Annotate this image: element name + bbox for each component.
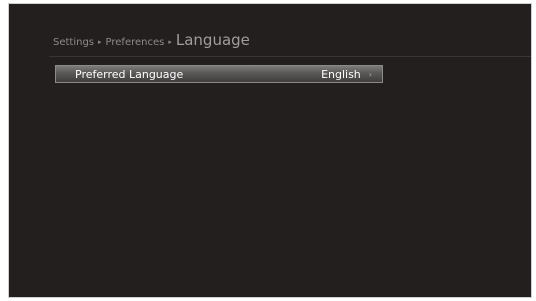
- menu-item-label: Preferred Language: [75, 67, 184, 81]
- menu-item-value-group: English ›: [321, 68, 372, 81]
- breadcrumb-separator-icon: ▸: [98, 38, 102, 46]
- chevron-right-icon: ›: [368, 69, 372, 79]
- menu-item-preferred-language[interactable]: Preferred Language English ›: [55, 65, 383, 83]
- header-divider: [49, 56, 531, 57]
- breadcrumb: Settings ▸ Preferences ▸ Language: [53, 31, 250, 53]
- breadcrumb-preferences[interactable]: Preferences: [106, 37, 165, 48]
- breadcrumb-separator-icon: ▸: [168, 38, 172, 46]
- breadcrumb-settings[interactable]: Settings: [53, 37, 94, 48]
- page-title: Language: [175, 31, 250, 49]
- menu-item-value: English: [321, 67, 361, 81]
- tv-screen: Settings ▸ Preferences ▸ Language Prefer…: [8, 3, 532, 298]
